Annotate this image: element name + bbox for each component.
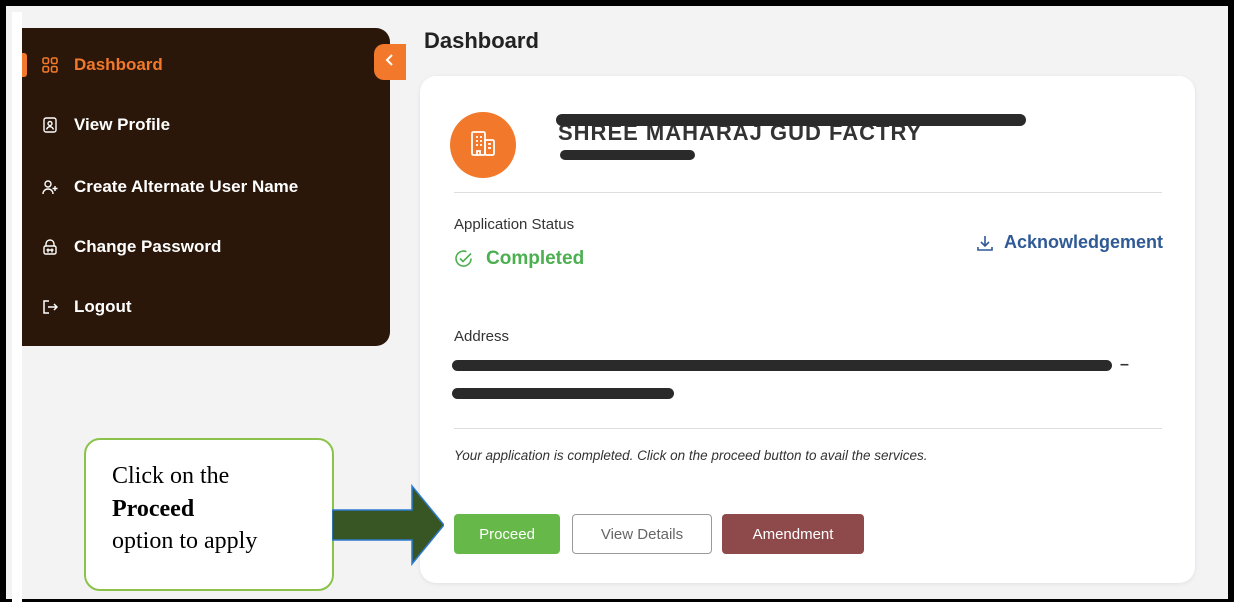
grid-icon xyxy=(42,57,58,73)
status-badge: Completed xyxy=(454,248,584,270)
sidebar-item-label: View Profile xyxy=(74,115,171,134)
redaction-bar xyxy=(452,360,1112,371)
info-message: Your application is completed. Click on … xyxy=(454,448,928,463)
redaction-bar xyxy=(556,114,1026,126)
chevron-left-icon xyxy=(385,53,395,72)
address-label: Address xyxy=(454,328,510,345)
add-user-icon xyxy=(42,179,58,195)
sidebar-collapse-button[interactable] xyxy=(374,44,406,80)
sidebar-item-logout[interactable]: Logout xyxy=(22,282,390,332)
application-card: SHREE MAHARAJ GUD FACTRY Application Sta… xyxy=(420,76,1195,583)
callout-proceed-word: Proceed xyxy=(112,495,195,522)
sidebar-item-view-profile[interactable]: View Profile xyxy=(22,100,390,150)
divider xyxy=(454,192,1162,193)
frame-gutter xyxy=(12,12,22,602)
callout-line: Click on the xyxy=(112,463,230,489)
page-title: Dashboard xyxy=(424,28,539,53)
acknowledgement-label: Acknowledgement xyxy=(1003,232,1163,252)
redaction-bar xyxy=(560,150,695,160)
screenshot-frame: Dashboard View Profile Create Alternate … xyxy=(0,0,1234,602)
lock-icon xyxy=(42,239,58,255)
address-dash: – xyxy=(1120,356,1129,373)
divider xyxy=(454,428,1162,429)
callout-line: option to apply xyxy=(112,528,258,555)
check-circle-icon xyxy=(454,249,474,269)
sidebar-item-label: Logout xyxy=(74,297,132,316)
view-details-button[interactable]: View Details xyxy=(572,514,712,554)
status-label: Application Status xyxy=(454,216,575,233)
profile-icon xyxy=(42,117,58,133)
pointer-arrow xyxy=(332,484,444,566)
proceed-button[interactable]: Proceed xyxy=(454,514,560,554)
sidebar-item-label: Create Alternate User Name xyxy=(74,177,299,196)
sidebar-item-dashboard[interactable]: Dashboard xyxy=(22,40,390,90)
sidebar: Dashboard View Profile Create Alternate … xyxy=(22,28,406,346)
sidebar-item-change-password[interactable]: Change Password xyxy=(22,222,390,272)
building-avatar xyxy=(450,112,516,178)
sidebar-item-label: Change Password xyxy=(74,237,222,256)
amendment-button[interactable]: Amendment xyxy=(722,514,864,554)
status-value: Completed xyxy=(486,248,585,269)
redaction-bar xyxy=(452,388,674,399)
logout-icon xyxy=(42,299,58,315)
acknowledgement-link[interactable]: Acknowledgement xyxy=(976,232,1163,253)
building-icon xyxy=(468,128,498,163)
instruction-callout: Click on the Proceed option to apply xyxy=(84,438,334,591)
download-icon xyxy=(976,234,994,252)
sidebar-item-create-alternate-user[interactable]: Create Alternate User Name xyxy=(22,162,390,212)
sidebar-item-label: Dashboard xyxy=(74,55,163,74)
callout-emphasis: Proceed xyxy=(112,493,332,526)
